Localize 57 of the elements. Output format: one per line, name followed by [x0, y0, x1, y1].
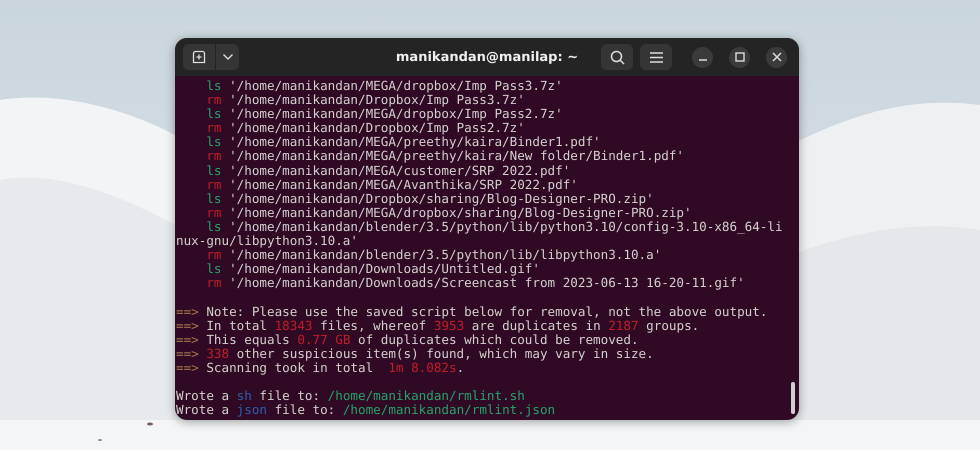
file-path: nux-gnu/libpython3.10.a'	[176, 233, 358, 248]
file-path: '/home/manikandan/MEGA/Avanthika/SRP 2022.pdf'	[229, 176, 578, 192]
command-tag: ls	[206, 134, 222, 150]
menu-button[interactable]	[640, 44, 672, 70]
window-title: manikandan@manilap: ~	[394, 50, 580, 64]
file-path: '/home/manikandan/MEGA/dropbox/Imp Pass3.7z'	[229, 78, 563, 93]
command-tag: rm	[206, 204, 222, 220]
command-tag: ls	[206, 190, 222, 206]
arrow-marker: ==>	[176, 332, 199, 347]
file-path: '/home/manikandan/Dropbox/Imp Pass3.7z'	[229, 92, 525, 108]
command-tag: rm	[206, 148, 222, 164]
output-text: Note: Please use the saved script below for removal, not the above output.	[206, 304, 768, 318]
file-path: '/home/manikandan/Dropbox/sharing/Blog-Designer-PRO.zip'	[229, 190, 654, 206]
output-text: In total 18343 files, whereof 3953 are duplicates in 2187 groups.	[206, 318, 700, 333]
close-button[interactable]	[766, 46, 787, 68]
file-path: '/home/manikandan/blender/3.5/python/lib/python3.10/config-3.10-x86_64-li	[229, 218, 783, 234]
command-tag: ls	[206, 261, 222, 276]
command-tag: rm	[206, 120, 222, 136]
menu-icon	[650, 52, 662, 62]
file-path: '/home/manikandan/MEGA/customer/SRP 2022.pdf'	[229, 162, 570, 178]
command-tag: rm	[206, 92, 222, 108]
search-icon	[610, 50, 624, 64]
file-path: '/home/manikandan/MEGA/dropbox/sharing/Blog-Designer-PRO.zip'	[229, 204, 692, 220]
command-tag: rm	[206, 275, 222, 290]
command-tag: ls	[206, 218, 222, 234]
command-tag: rm	[206, 247, 222, 262]
new-tab-icon	[192, 50, 206, 64]
arrow-marker: ==>	[176, 318, 199, 333]
file-path: '/home/manikandan/MEGA/dropbox/Imp Pass2.7z'	[229, 106, 563, 122]
output-text: Wrote a sh file to: /home/manikandan/rmlint.sh	[176, 388, 525, 404]
output-text: Wrote a json file to: /home/manikandan/rmlint.json	[176, 402, 556, 418]
file-path: '/home/manikandan/Downloads/Untitled.gif'	[229, 261, 540, 276]
output-text: Scanning took in total 1m 8.082s.	[206, 360, 464, 375]
maximize-button[interactable]	[729, 46, 750, 68]
file-path: '/home/manikandan/Dropbox/Imp Pass2.7z'	[229, 120, 525, 136]
new-tab-button[interactable]	[183, 44, 215, 70]
command-tag: ls	[206, 162, 222, 178]
search-button[interactable]	[601, 44, 633, 70]
command-tag: ls	[206, 106, 222, 122]
output-text: This equals 0.77 GB of duplicates which could be removed.	[206, 332, 639, 347]
minimize-icon	[698, 59, 706, 61]
tab-menu-button[interactable]	[216, 44, 239, 70]
chevron-down-icon	[222, 53, 234, 61]
maximize-icon	[734, 52, 744, 62]
minimize-button[interactable]	[692, 46, 713, 68]
command-tag: rm	[206, 176, 222, 192]
arrow-marker: ==>	[176, 360, 199, 375]
file-path: '/home/manikandan/MEGA/preethy/kaira/Binder1.pdf'	[229, 134, 601, 150]
close-icon	[772, 52, 782, 62]
scrollbar-thumb[interactable]	[791, 382, 795, 414]
arrow-marker: ==>	[176, 304, 199, 318]
file-path: '/home/manikandan/MEGA/preethy/kaira/New folder/Binder1.pdf'	[229, 148, 684, 164]
file-path: '/home/manikandan/blender/3.5/python/lib/libpython3.10.a'	[229, 247, 662, 262]
file-path: '/home/manikandan/Downloads/Screencast from 2023-06-13 16-20-11.gif'	[229, 275, 745, 290]
arrow-marker: ==>	[176, 346, 199, 361]
command-tag: ls	[206, 78, 222, 93]
output-text: 338 other suspicious item(s) found, which may vary in size.	[206, 346, 654, 361]
